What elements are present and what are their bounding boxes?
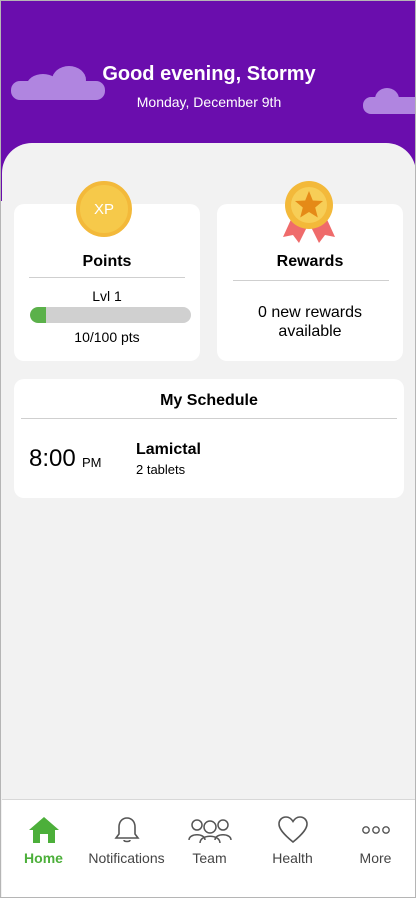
schedule-title: My Schedule (160, 392, 258, 409)
date-label: Monday, December 9th (136, 94, 282, 110)
tab-more-label: More (359, 850, 392, 866)
greeting: Good evening, Stormy (102, 63, 316, 85)
xp-badge-icon: XP (76, 181, 132, 237)
bell-icon (113, 817, 140, 843)
tab-health-label: Health (272, 850, 313, 866)
app-screen: Good evening, Stormy Monday, December 9t… (0, 0, 416, 898)
schedule-item[interactable]: 8:00 PM Lamictal 2 tablets (14, 423, 404, 493)
tab-team[interactable]: Team (168, 800, 251, 897)
schedule-card: My Schedule 8:00 PM Lamictal 2 tablets (14, 379, 404, 498)
points-progress-text: 10/100 pts (74, 329, 140, 345)
team-icon (187, 819, 232, 844)
medication-name: Lamictal (136, 441, 201, 458)
points-progress-bar (30, 307, 191, 323)
tab-health[interactable]: Health (251, 800, 334, 897)
rewards-divider (233, 280, 389, 281)
tab-notifications-label: Notifications (88, 850, 165, 866)
tab-bar: Home Notifications Team Health More (2, 799, 415, 897)
schedule-time: 8:00 (29, 445, 76, 472)
tab-more[interactable]: More (334, 800, 415, 897)
points-divider (29, 277, 185, 278)
tab-home-label: Home (24, 850, 63, 866)
xp-badge-label: XP (93, 200, 114, 218)
schedule-divider (21, 418, 397, 419)
more-icon (361, 826, 390, 834)
heart-icon (277, 816, 308, 844)
tab-home[interactable]: Home (2, 800, 85, 897)
points-progress-fill (30, 307, 47, 323)
level-label: Lvl 1 (92, 288, 122, 304)
medication-dose: 2 tablets (136, 462, 186, 477)
home-icon (28, 817, 59, 843)
rewards-status: 0 new rewards available (257, 304, 363, 340)
schedule-period: PM (82, 455, 102, 470)
rewards-title: Rewards (276, 253, 344, 270)
points-title: Points (82, 253, 132, 270)
tab-notifications[interactable]: Notifications (85, 800, 168, 897)
tab-team-label: Team (192, 850, 227, 866)
award-ribbon-icon (283, 181, 335, 243)
